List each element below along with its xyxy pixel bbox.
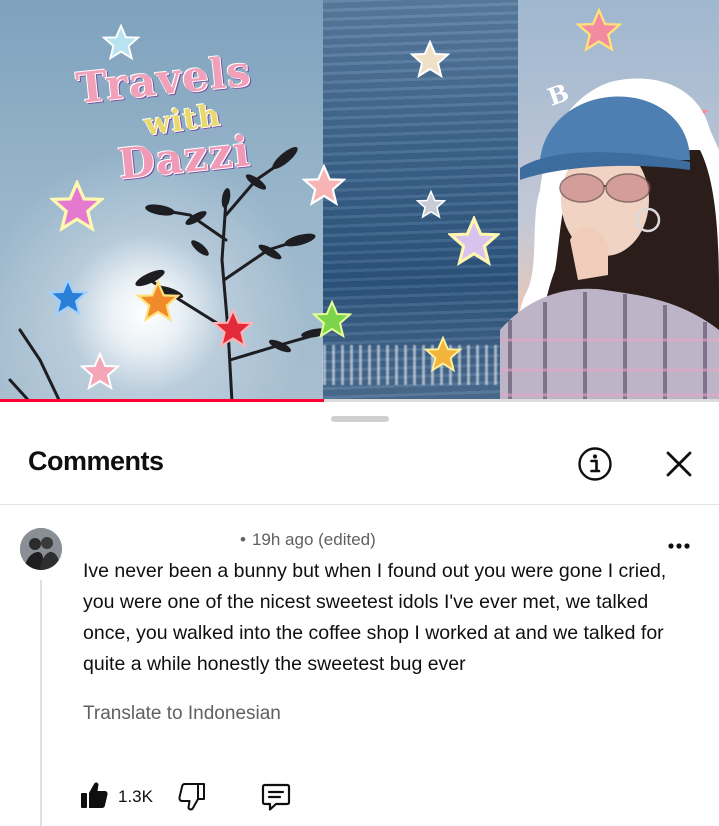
thumbs-down-icon[interactable] bbox=[178, 782, 206, 812]
close-icon[interactable] bbox=[663, 448, 695, 480]
video-title-art: Travels with Dazzi bbox=[70, 46, 310, 189]
comment-text: Ive never been a bunny but when I found … bbox=[83, 560, 667, 675]
star-sticker bbox=[312, 300, 352, 339]
star-sticker bbox=[416, 190, 446, 219]
comments-sheet: Comments • 19h ago (edited) Ive never bee… bbox=[0, 402, 719, 826]
header-divider bbox=[0, 504, 719, 505]
star-sticker bbox=[424, 336, 462, 373]
translate-button[interactable]: Translate to Indonesian bbox=[83, 703, 281, 725]
comments-title: Comments bbox=[28, 446, 164, 476]
meta-separator: • bbox=[240, 530, 246, 549]
star-sticker bbox=[136, 280, 180, 322]
star-sticker bbox=[80, 352, 120, 391]
like-count: 1.3K bbox=[118, 787, 153, 806]
info-icon[interactable] bbox=[577, 446, 613, 482]
more-vert-icon[interactable] bbox=[668, 540, 690, 552]
star-sticker bbox=[212, 308, 254, 349]
star-sticker bbox=[410, 40, 450, 79]
portrait-figure bbox=[500, 78, 719, 402]
star-sticker bbox=[576, 8, 622, 52]
thumbs-up-icon[interactable] bbox=[80, 780, 108, 810]
avatar[interactable] bbox=[20, 528, 62, 570]
drag-handle[interactable] bbox=[331, 416, 389, 422]
star-sticker bbox=[50, 180, 104, 233]
star-sticker bbox=[102, 24, 140, 61]
thread-line bbox=[40, 580, 42, 826]
star-sticker bbox=[302, 164, 346, 206]
star-sticker bbox=[448, 216, 500, 267]
star-sticker bbox=[48, 278, 88, 317]
title-line-3: Dazzi bbox=[115, 126, 253, 189]
title-line-1: Travels bbox=[73, 45, 254, 114]
comment-meta: • 19h ago (edited) bbox=[240, 530, 376, 550]
comment-timestamp: 19h ago (edited) bbox=[251, 530, 376, 549]
reply-comment-icon[interactable] bbox=[261, 782, 291, 812]
video-thumbnail[interactable]: Travels with Dazzi B bbox=[0, 0, 719, 402]
